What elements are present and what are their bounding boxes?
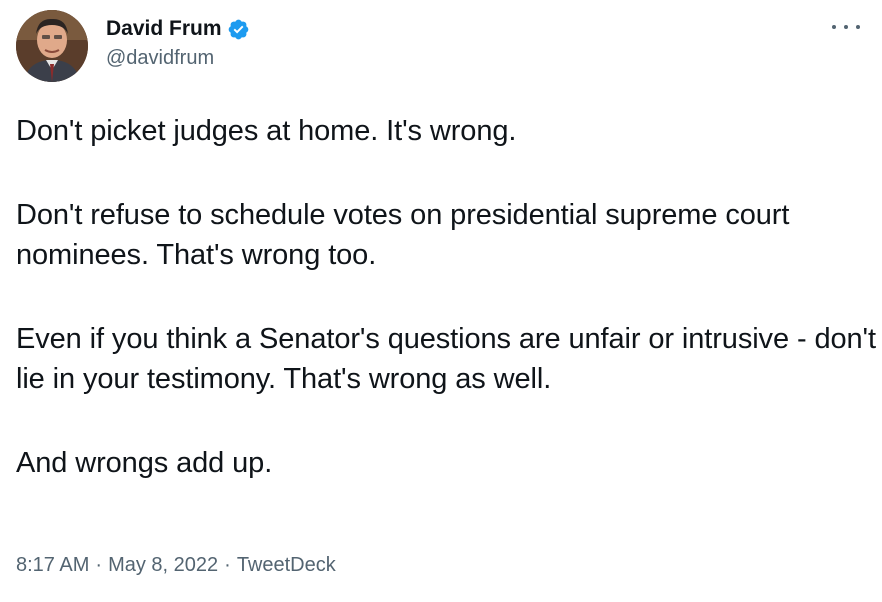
tweet-paragraph: Don't refuse to schedule votes on presid… xyxy=(16,199,790,271)
tweet-time[interactable]: 8:17 AM xyxy=(16,554,89,576)
tweet-paragraph: And wrongs add up. xyxy=(16,447,273,479)
tweet-source[interactable]: TweetDeck xyxy=(237,554,336,576)
more-dot xyxy=(844,25,848,29)
avatar[interactable] xyxy=(16,10,88,82)
avatar-image xyxy=(16,10,88,82)
tweet-paragraph: Don't picket judges at home. It's wrong. xyxy=(16,115,517,147)
tweet-metadata: 8:17 AM · May 8, 2022 · TweetDeck xyxy=(16,552,336,578)
display-name[interactable]: David Frum xyxy=(106,16,222,42)
more-dot xyxy=(832,25,836,29)
tweet-text: Don't picket judges at home. It's wrong.… xyxy=(16,111,876,527)
tweet-header: David Frum @davidfrum xyxy=(16,10,250,82)
author-names: David Frum @davidfrum xyxy=(106,13,250,71)
tweet-date[interactable]: May 8, 2022 xyxy=(108,554,218,576)
meta-separator: · xyxy=(95,554,103,576)
verified-badge-icon xyxy=(227,18,250,41)
display-name-row: David Frum xyxy=(106,13,250,45)
author-handle[interactable]: @davidfrum xyxy=(106,45,250,71)
meta-separator: · xyxy=(224,554,231,576)
tweet-card: David Frum @davidfrum Don't picket judge… xyxy=(0,0,882,602)
tweet-paragraph: Even if you think a Senator's questions … xyxy=(16,323,876,395)
more-options-icon[interactable] xyxy=(832,16,860,38)
more-dot xyxy=(856,25,860,29)
